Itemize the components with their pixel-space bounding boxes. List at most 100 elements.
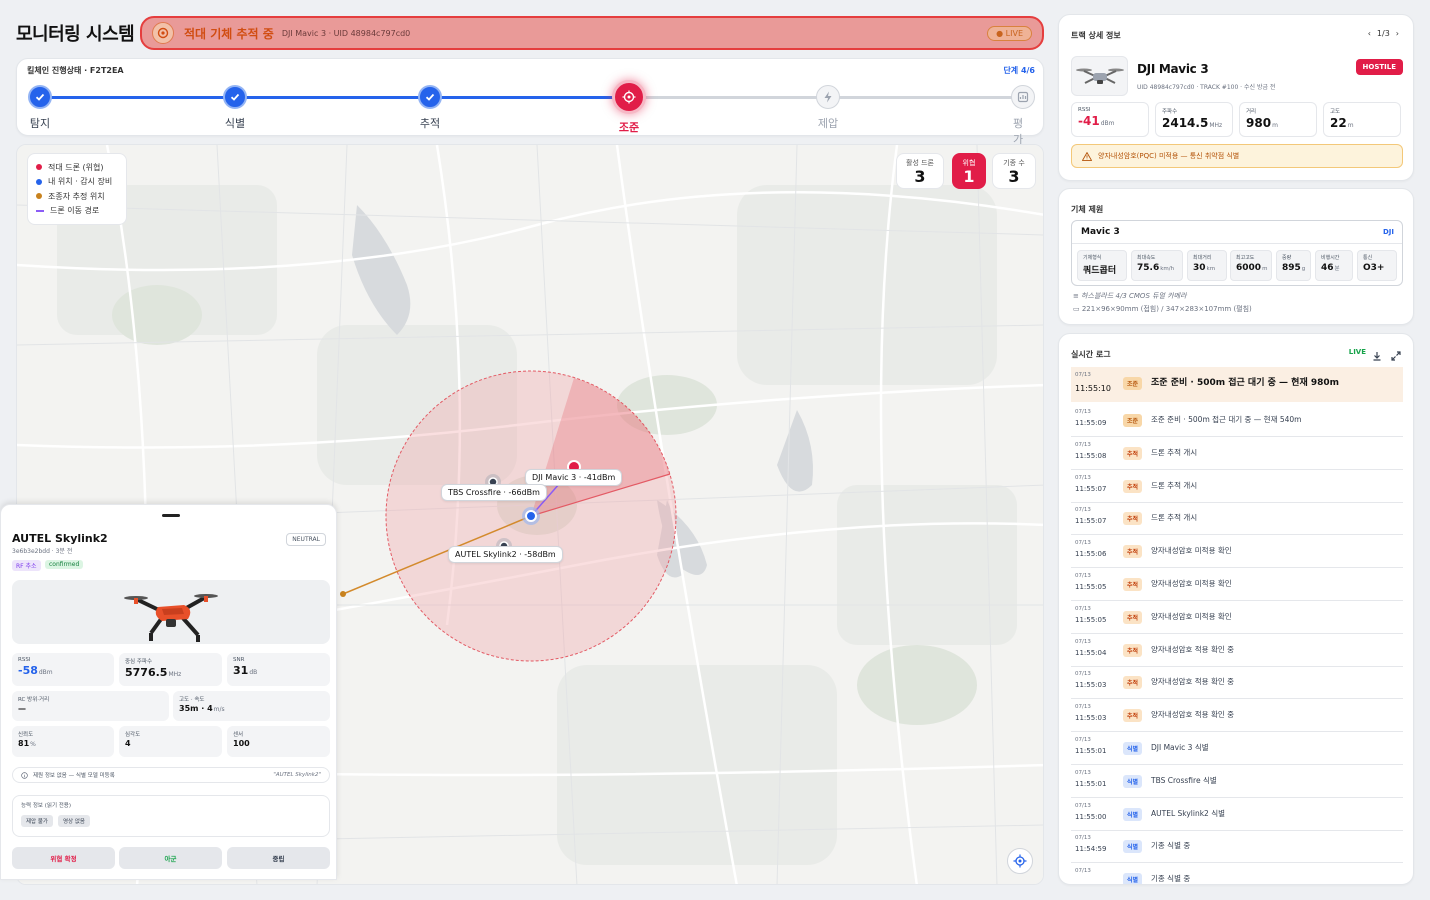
log-entry[interactable]: 07/13 11:55:10 조준 조준 준비 · 500m 접근 대기 중 — 현재… (1071, 367, 1403, 402)
expand-icon[interactable] (1391, 346, 1401, 365)
metric-snr: SNR 31dB (227, 653, 330, 686)
metric-value: 22m (1330, 116, 1394, 130)
alert-subtitle: DJI Mavic 3 · UID 48984c797cd0 (281, 28, 411, 38)
download-icon[interactable] (1372, 346, 1382, 365)
step-identify-node[interactable] (223, 85, 247, 109)
spec-number: 75.6 (1137, 263, 1160, 273)
log-entry[interactable]: 07/13 11:55:01 식별 TBS Crossfire 식별 (1071, 765, 1403, 798)
spec-value: 쿼드콥터 (1083, 266, 1117, 276)
track-metric-altitude: 고도 22m (1323, 102, 1401, 137)
legend-label: 드론 이동 경로 (50, 206, 100, 216)
log-time: 11:55:03 (1075, 714, 1107, 723)
metric-number: 31 (233, 664, 249, 677)
locate-button[interactable] (1007, 848, 1033, 874)
confirm-threat-button[interactable]: 위협 확정 (12, 847, 115, 869)
log-entry[interactable]: 07/13 11:55:05 추적 양자내성암호 미적용 확인 (1071, 568, 1403, 601)
warning-icon (1082, 151, 1092, 161)
log-date: 07/13 (1075, 372, 1091, 378)
spec-value: O3+ (1363, 263, 1385, 273)
log-entry[interactable]: 07/13 11:55:07 추적 드론 추적 개시 (1071, 502, 1403, 536)
log-entry[interactable]: 07/13 11:55:03 추적 양자내성암호 적용 확인 중 (1071, 666, 1403, 700)
metric-value: -58dBm (18, 664, 108, 677)
log-stage-badge: 추적 (1123, 578, 1143, 591)
spec-value: 6000m (1236, 263, 1267, 273)
log-entry[interactable]: 07/13 11:54:59 식별 기종 식별 중 (1071, 830, 1403, 864)
log-entry[interactable]: 07/13 11:55:07 추적 드론 추적 개시 (1071, 470, 1403, 503)
step-track-node[interactable] (418, 85, 442, 109)
log-entry[interactable]: 07/13 11:55:08 추적 드론 추적 개시 (1071, 437, 1403, 470)
log-date: 07/13 (1075, 474, 1091, 481)
step-detect-node[interactable] (28, 85, 52, 109)
map-label-autel[interactable]: AUTEL Skylink2 · -58dBm (448, 546, 563, 563)
metric-rssi: RSSI -58dBm (12, 653, 114, 686)
spec-card: 기체 제원 Mavic 3 DJI 기체형식 쿼드콥터 최대속도 75.6km/h … (1058, 188, 1414, 325)
stat-value: 3 (1008, 167, 1020, 186)
log-entry[interactable]: 07/13 11:55:04 추적 양자내성암호 적용 확인 중 (1071, 634, 1403, 667)
prev-track-button[interactable]: ‹ (1368, 29, 1371, 38)
log-entry[interactable]: 07/13 11:55:09 조준 조준 준비 · 500m 접근 대기 중 — 현재… (1071, 404, 1403, 437)
log-stage-badge: 추적 (1123, 709, 1143, 723)
log-stage-badge: 식별 (1123, 774, 1143, 788)
app-title: 모니터링 시스템 (16, 24, 135, 45)
log-entry[interactable]: 07/13 11:55:05 추적 양자내성암호 미적용 확인 (1071, 601, 1403, 634)
metric-value: — (18, 704, 26, 713)
metric-number: 2414.5 (1162, 116, 1209, 130)
pager-text: 1/3 (1376, 29, 1390, 38)
friendly-button[interactable]: 아군 (119, 847, 222, 869)
metric-label: 거리 (1246, 109, 1257, 115)
camera-note: ≡ 하스블라드 4/3 CMOS 듀얼 카메라 (1073, 291, 1187, 301)
spec-value: 895g (1282, 263, 1305, 273)
log-entry[interactable]: 07/13 11:55:03 추적 양자내성암호 적용 확인 중 (1071, 699, 1403, 733)
drone-illustration (1075, 68, 1124, 84)
legend-dash (36, 209, 44, 212)
step-suppress-node[interactable] (816, 85, 840, 109)
track-metric-frequency: 주파수 2414.5MHz (1155, 102, 1233, 137)
size-note: ▭ 221×96×90mm (접힘) / 347×283×107mm (펼침) (1073, 304, 1252, 314)
stat-value: 1 (963, 167, 975, 186)
crosshair-icon (622, 90, 636, 104)
step-assess-node[interactable] (1011, 85, 1035, 109)
pqc-warning: 양자내성암호(PQC) 미적용 — 통신 취약점 식별 (1071, 144, 1403, 168)
sheet-drag-handle[interactable] (162, 514, 180, 517)
log-date: 07/13 (1075, 605, 1091, 612)
metric-unit: dBm (38, 669, 53, 676)
spec-box: Mavic 3 DJI 기체형식 쿼드콥터 최대속도 75.6km/h 최대거리 30… (1071, 220, 1403, 286)
log-entry[interactable]: 07/13 11:55:01 식별 DJI Mavic 3 식별 (1071, 732, 1403, 765)
model-count-stat[interactable]: 기종 수 3 (992, 153, 1036, 189)
log-stage-badge: 추적 (1123, 643, 1143, 657)
alert-banner[interactable]: 적대 기체 추적 중 DJI Mavic 3 · UID 48984c797cd… (140, 16, 1044, 50)
source-tag: RF 추소 (12, 560, 41, 571)
log-message: 드론 추적 개시 (1151, 513, 1198, 523)
notice-text: 제원 정보 없음 — 식별 모델 미등록 (33, 773, 115, 779)
metric-value: 980m (1246, 116, 1310, 130)
active-drones-stat[interactable]: 활성 드론 3 (896, 153, 944, 189)
metric-rc-bearing: RC 방위·거리 — (12, 691, 169, 721)
metric-unit: m/s (213, 706, 225, 713)
metric-unit: % (30, 741, 36, 748)
spec-model: Mavic 3 (1081, 227, 1120, 237)
spec-value: 46분 (1321, 263, 1347, 273)
next-track-button[interactable]: › (1396, 29, 1399, 38)
threat-stat[interactable]: 위협 1 (952, 153, 986, 189)
card-title: 실시간 로그 (1071, 350, 1111, 359)
map-label-tbs[interactable]: TBS Crossfire · -66dBm (441, 484, 547, 501)
legend-dot (36, 193, 42, 200)
log-entry[interactable]: 07/13 11:55:00 식별 AUTEL Skylink2 식별 (1071, 798, 1403, 831)
metric-unit: MHz (168, 671, 182, 678)
step-label-active: 조준 (618, 121, 640, 134)
neutral-button[interactable]: 중립 (227, 847, 330, 869)
killchain-title: 킬체인 진행상태 · F2T2EA (27, 66, 124, 75)
spec-cell: 중량 895g (1276, 250, 1311, 281)
camera-icon: ≡ (1073, 292, 1082, 300)
metric-unit: m (1272, 122, 1278, 129)
metric-severity: 심각도 4 (119, 726, 222, 757)
log-stage-badge: 조준 (1123, 377, 1143, 390)
log-entry[interactable]: 07/13 식별 기종 식별 중 (1071, 863, 1403, 884)
log-entry[interactable]: 07/13 11:55:06 추적 양자내성암호 미적용 확인 (1071, 535, 1403, 569)
step-aim-node[interactable] (612, 80, 646, 114)
card-title: 기체 제원 (1071, 205, 1104, 214)
killchain-step-indicator: 단계 4/6 (1003, 66, 1035, 75)
metric-label: RSSI (1078, 107, 1091, 113)
metric-number: 81 (18, 739, 30, 748)
metric-number: -41 (1078, 114, 1100, 128)
